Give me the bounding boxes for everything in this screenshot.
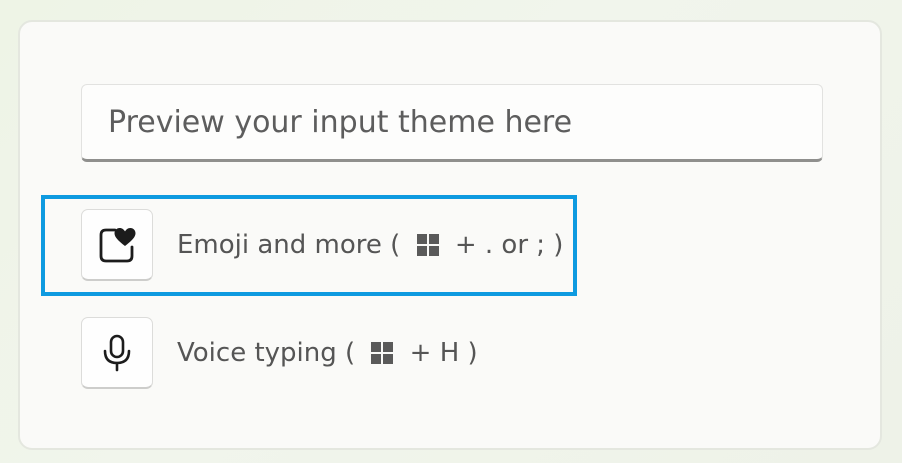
- emoji-heart-icon: [99, 227, 136, 262]
- voice-typing-button[interactable]: [81, 317, 153, 389]
- emoji-shortcut-text: + . or ; ): [446, 230, 564, 260]
- microphone-icon: [103, 334, 131, 371]
- voice-option-label: Voice typing ( + H ): [177, 338, 478, 368]
- emoji-button[interactable]: [81, 209, 153, 281]
- emoji-and-more-option[interactable]: Emoji and more ( + . or ; ): [81, 209, 563, 281]
- emoji-option-label: Emoji and more ( + . or ; ): [177, 230, 563, 260]
- windows-key-icon: [371, 342, 394, 364]
- voice-typing-option[interactable]: Voice typing ( + H ): [81, 317, 478, 389]
- voice-label-text: Voice typing (: [177, 338, 364, 368]
- emoji-label-text: Emoji and more (: [177, 230, 409, 260]
- preview-input[interactable]: [81, 84, 823, 162]
- windows-key-icon: [416, 234, 439, 256]
- input-theme-preview-card: Emoji and more ( + . or ; ) Voice typing…: [18, 20, 882, 450]
- voice-shortcut-text: + H ): [401, 338, 478, 368]
